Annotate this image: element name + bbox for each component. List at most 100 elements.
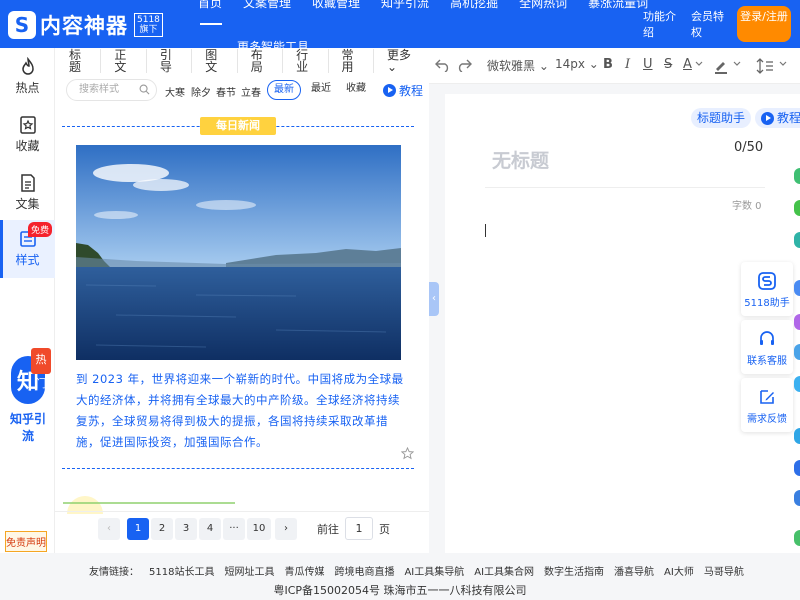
nav-surging-words[interactable]: 暴涨流量词 xyxy=(588,0,648,11)
member-perks-link[interactable]: 会员特权 xyxy=(691,9,725,41)
next-page-button[interactable]: › xyxy=(275,518,297,540)
nav-home[interactable]: 首页 xyxy=(198,0,222,11)
feature-intro-link[interactable]: 功能介绍 xyxy=(643,9,677,41)
footer-link[interactable]: 潘喜导航 xyxy=(614,563,654,578)
icp-record[interactable]: 粤ICP备15002054号 珠海市五一一八科技有限公司 xyxy=(0,582,800,598)
edge-app-icon[interactable] xyxy=(794,530,800,546)
search-icon[interactable] xyxy=(139,84,150,95)
sidebar-item-label: 热点 xyxy=(15,81,40,95)
chevron-down-icon[interactable] xyxy=(733,61,741,67)
nav-zhihu-traffic[interactable]: 知乎引流 xyxy=(381,0,429,11)
tab-common[interactable]: 常用 xyxy=(329,49,374,73)
page-2[interactable]: 2 xyxy=(151,518,173,540)
nav-favorites-manage[interactable]: 收藏管理 xyxy=(312,0,360,11)
word-count: 字数 0 xyxy=(732,201,762,212)
nav-copy-manage[interactable]: 文案管理 xyxy=(243,0,291,11)
edge-app-icon[interactable] xyxy=(794,314,800,330)
sort-recent[interactable]: 最近 xyxy=(307,80,335,100)
tab-image-text[interactable]: 图文 xyxy=(192,49,238,73)
undo-icon[interactable] xyxy=(435,58,451,72)
font-color-button[interactable]: A xyxy=(683,57,692,72)
sidebar-item-label: 文集 xyxy=(15,197,40,211)
login-register-button[interactable]: 登录/注册 xyxy=(737,6,791,42)
footer-link[interactable]: AI工具集合网 xyxy=(474,563,534,578)
nav-hot-words[interactable]: 全网热词 xyxy=(519,0,567,11)
tag-dahan[interactable]: 大寒 xyxy=(165,84,185,99)
edge-app-icon[interactable] xyxy=(794,168,800,184)
editor-tutorial-button[interactable]: 教程 xyxy=(755,108,800,128)
footer-link[interactable]: 数字生活指南 xyxy=(544,563,604,578)
page-10[interactable]: 10 xyxy=(247,518,271,540)
logo[interactable]: S 内容神器 5118 旗下 xyxy=(8,10,163,40)
page-1[interactable]: 1 xyxy=(127,518,149,540)
line-height-icon[interactable] xyxy=(756,58,774,74)
edge-app-icon[interactable] xyxy=(794,280,800,296)
underline-button[interactable]: U xyxy=(643,57,653,72)
page-3[interactable]: 3 xyxy=(175,518,197,540)
edge-app-icon[interactable] xyxy=(794,232,800,248)
search-row: 搜索样式 大寒 除夕 春节 立春 最新 最近 收藏 教程 xyxy=(55,78,429,102)
assistant-5118-button[interactable]: 5118助手 xyxy=(741,262,793,316)
collapse-panel-handle[interactable]: ‹ xyxy=(429,282,439,316)
tag-lichun[interactable]: 立春 xyxy=(241,84,261,99)
highlight-pen-icon[interactable] xyxy=(713,58,729,74)
daily-news-template[interactable]: 每日新闻 到 2023 年，世界将迎来一个崭新的时代。中国将成为全球最大的经济体… xyxy=(62,117,414,469)
edge-app-icon[interactable] xyxy=(794,200,800,216)
footer-link[interactable]: 马哥导航 xyxy=(704,563,744,578)
tab-more[interactable]: 更多 ⌄ xyxy=(374,49,429,73)
sidebar-item-collections[interactable]: 文集 xyxy=(0,164,55,222)
footer-link[interactable]: AI大师 xyxy=(664,563,694,578)
font-family-select[interactable]: 微软雅黑 ⌄ xyxy=(487,57,549,74)
sidebar-item-favorites[interactable]: 收藏 xyxy=(0,106,55,164)
redo-icon[interactable] xyxy=(456,58,472,72)
footer-link[interactable]: AI工具集导航 xyxy=(404,563,464,578)
tab-layout[interactable]: 布局 xyxy=(238,49,284,73)
tab-title[interactable]: 标题 xyxy=(55,49,102,73)
page-4[interactable]: 4 xyxy=(199,518,221,540)
font-size-select[interactable]: 14px ⌄ xyxy=(555,57,599,71)
footer-link[interactable]: 5118站长工具 xyxy=(149,563,214,578)
edge-app-icon[interactable] xyxy=(794,460,800,476)
style-search-input[interactable]: 搜索样式 xyxy=(66,79,157,101)
bold-button[interactable]: B xyxy=(603,57,613,72)
chevron-down-icon[interactable] xyxy=(779,61,787,67)
italic-button[interactable]: I xyxy=(625,57,630,72)
tag-chuxi[interactable]: 除夕 xyxy=(191,84,211,99)
edge-app-icon[interactable] xyxy=(794,344,800,360)
disclaimer-button[interactable]: 免责声明 xyxy=(5,531,47,552)
goto-page-input[interactable]: 1 xyxy=(345,517,373,540)
footer-link[interactable]: 青瓜传媒 xyxy=(284,563,324,578)
sidebar-active-indicator xyxy=(0,220,3,278)
tab-guide[interactable]: 引导 xyxy=(147,49,193,73)
zhihu-traffic-promo[interactable]: 知 热门 知乎引流 xyxy=(5,348,51,443)
strikethrough-button[interactable]: S xyxy=(664,57,672,72)
play-icon xyxy=(383,84,396,97)
article-title-input[interactable]: 无标题 xyxy=(492,146,549,173)
customer-service-button[interactable]: 联系客服 xyxy=(741,320,793,374)
tab-body[interactable]: 正文 xyxy=(101,49,147,73)
sidebar-item-hot[interactable]: 热点 xyxy=(0,48,55,106)
tag-chunjie[interactable]: 春节 xyxy=(216,84,236,99)
footer-link[interactable]: 短网址工具 xyxy=(224,563,274,578)
prev-page-button[interactable]: ‹ xyxy=(98,518,120,540)
footer-link[interactable]: 跨境电商直播 xyxy=(334,563,394,578)
sort-latest[interactable]: 最新 xyxy=(267,80,301,100)
edge-app-icon[interactable] xyxy=(794,490,800,506)
sort-favorites[interactable]: 收藏 xyxy=(341,80,371,100)
logo-badge-line2: 旗下 xyxy=(139,25,158,35)
feedback-edit-icon xyxy=(760,390,774,404)
feedback-button[interactable]: 需求反馈 xyxy=(741,378,793,432)
edge-app-icon[interactable] xyxy=(794,428,800,444)
next-template-preview[interactable] xyxy=(55,484,429,514)
tab-industry[interactable]: 行业 xyxy=(283,49,329,73)
nav-opportunity-mining[interactable]: 高机挖掘 xyxy=(450,0,498,11)
chevron-down-icon[interactable] xyxy=(695,61,703,67)
logo-badge: 5118 旗下 xyxy=(134,13,163,37)
text-caret[interactable] xyxy=(485,224,486,237)
page-ellipsis[interactable]: ··· xyxy=(223,518,245,540)
favorite-star-icon[interactable] xyxy=(401,447,414,460)
title-helper-button[interactable]: 标题助手 xyxy=(691,108,751,128)
edge-app-icon[interactable] xyxy=(794,376,800,392)
panel-tutorial-link[interactable]: 教程 xyxy=(383,82,423,99)
sidebar-item-label: 收藏 xyxy=(15,139,40,153)
